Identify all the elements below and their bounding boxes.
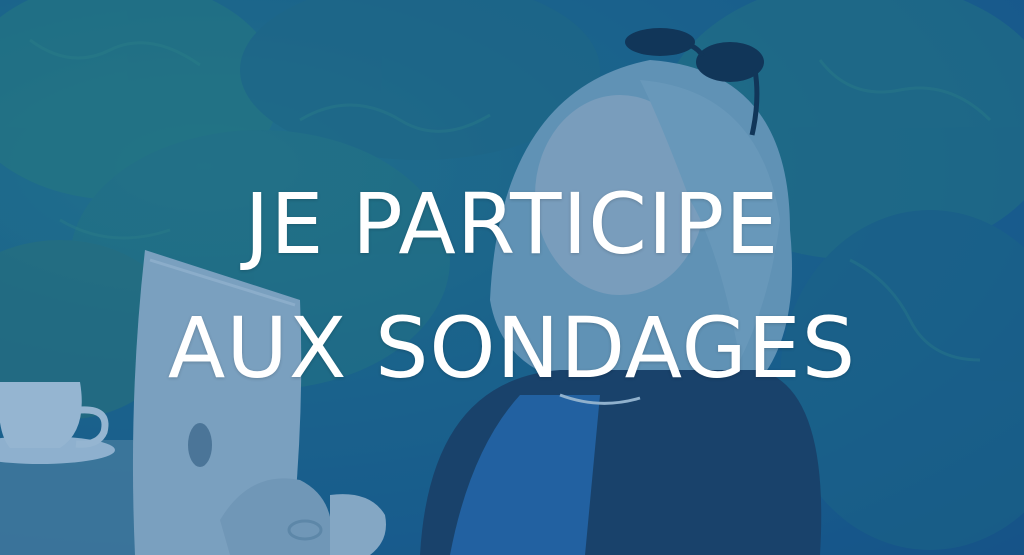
headline-line-2: AUX SONDAGES — [167, 299, 857, 397]
banner-headline: JE PARTICIPE AUX SONDAGES — [0, 162, 1024, 410]
survey-banner: JE PARTICIPE AUX SONDAGES — [0, 0, 1024, 555]
headline-line-1: JE PARTICIPE — [244, 175, 780, 273]
